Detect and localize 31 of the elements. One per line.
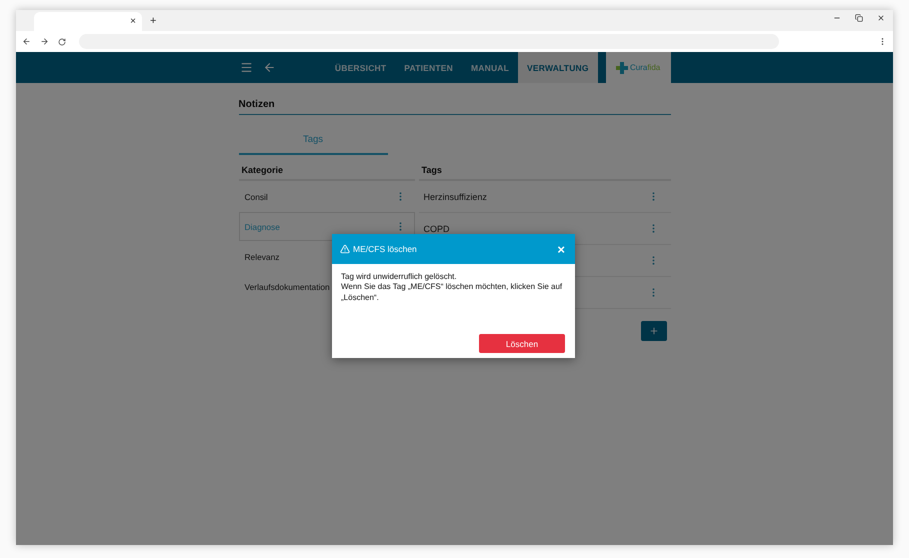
dialog-message: Tag wird unwiderruflich gelöscht. bbox=[341, 272, 458, 282]
cross-logo-icon bbox=[616, 62, 628, 74]
tab-close-button[interactable]: × bbox=[130, 16, 136, 26]
warning-icon bbox=[340, 244, 350, 254]
menu-icon[interactable] bbox=[240, 61, 252, 74]
close-icon[interactable] bbox=[877, 14, 885, 22]
restore-icon[interactable] bbox=[855, 14, 863, 22]
browser-tab[interactable]: × bbox=[34, 12, 142, 31]
category-item[interactable]: Consil bbox=[238, 182, 414, 211]
reload-icon[interactable] bbox=[58, 38, 66, 46]
back-arrow-icon[interactable] bbox=[262, 61, 276, 74]
logo: Curafida bbox=[606, 52, 670, 83]
dialog-message: Wenn Sie das Tag „ME/CFS“ löschen möchten, klicken Sie auf „Löschen“. bbox=[341, 282, 564, 304]
tag-row[interactable]: Herzinsuffizienz bbox=[418, 181, 670, 213]
plus-icon bbox=[648, 326, 658, 336]
forward-icon[interactable] bbox=[40, 37, 49, 46]
tag-label: COPD bbox=[424, 224, 450, 234]
nav-tab[interactable]: MANUAL bbox=[462, 52, 518, 83]
nav-tab[interactable]: VERWALTUNG bbox=[518, 52, 598, 83]
add-button[interactable] bbox=[640, 321, 666, 341]
column-header: Tags bbox=[418, 165, 670, 181]
tag-label: Herzinsuffizienz bbox=[424, 192, 487, 202]
nav-tab[interactable]: PATIENTEN bbox=[395, 52, 462, 83]
column-header: Kategorie bbox=[238, 165, 414, 181]
nav-tab[interactable]: ÜBERSICHT bbox=[326, 52, 396, 83]
dialog-title: ME/CFS löschen bbox=[353, 244, 418, 254]
back-icon[interactable] bbox=[22, 37, 31, 46]
section-title: Notizen bbox=[238, 99, 670, 115]
delete-button[interactable]: Löschen bbox=[479, 334, 565, 353]
new-tab-button[interactable]: + bbox=[150, 15, 156, 27]
close-button[interactable]: × bbox=[557, 242, 565, 256]
